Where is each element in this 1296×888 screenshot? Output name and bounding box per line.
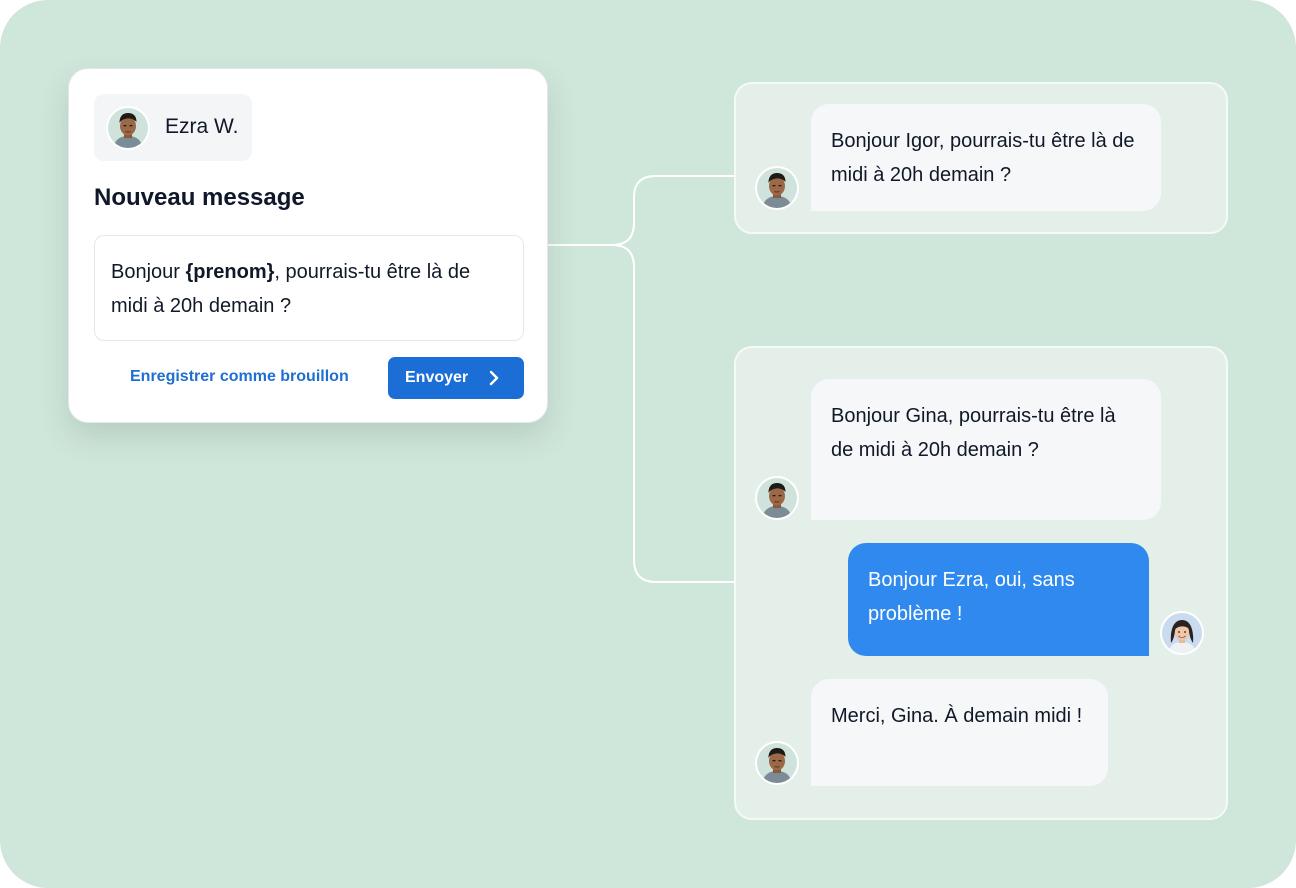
send-button[interactable]: Envoyer — [388, 357, 524, 399]
message-text-before: Bonjour — [111, 261, 186, 283]
message-variable-token: {prenom} — [185, 261, 275, 283]
chevron-right-icon — [489, 370, 499, 386]
message-bubble-incoming: Bonjour Igor, pourrais-tu être là de mid… — [811, 104, 1161, 211]
message-bubble-incoming: Merci, Gina. À demain midi ! — [811, 679, 1108, 786]
person-ezra-avatar — [755, 741, 799, 785]
new-message-composer: Ezra W. Nouveau message Bonjour {prenom}… — [68, 68, 548, 423]
person-ezra-avatar — [755, 476, 799, 520]
sender-name: Ezra W. — [165, 115, 239, 138]
message-bubble-outgoing: Bonjour Ezra, oui, sans problème ! — [848, 543, 1149, 656]
save-draft-link[interactable]: Enregistrer comme brouillon — [130, 366, 349, 388]
person-ezra-avatar — [755, 166, 799, 210]
sender-chip[interactable]: Ezra W. — [94, 94, 252, 161]
person-gina-avatar — [1160, 611, 1204, 655]
illustration-canvas: Ezra W. Nouveau message Bonjour {prenom}… — [0, 0, 1296, 888]
person-ezra-avatar — [106, 106, 150, 150]
send-button-label: Envoyer — [405, 369, 469, 386]
message-input[interactable]: Bonjour {prenom}, pourrais-tu être là de… — [94, 235, 524, 341]
message-bubble-incoming: Bonjour Gina, pourrais-tu être là de mid… — [811, 379, 1161, 520]
composer-title: Nouveau message — [94, 184, 305, 211]
